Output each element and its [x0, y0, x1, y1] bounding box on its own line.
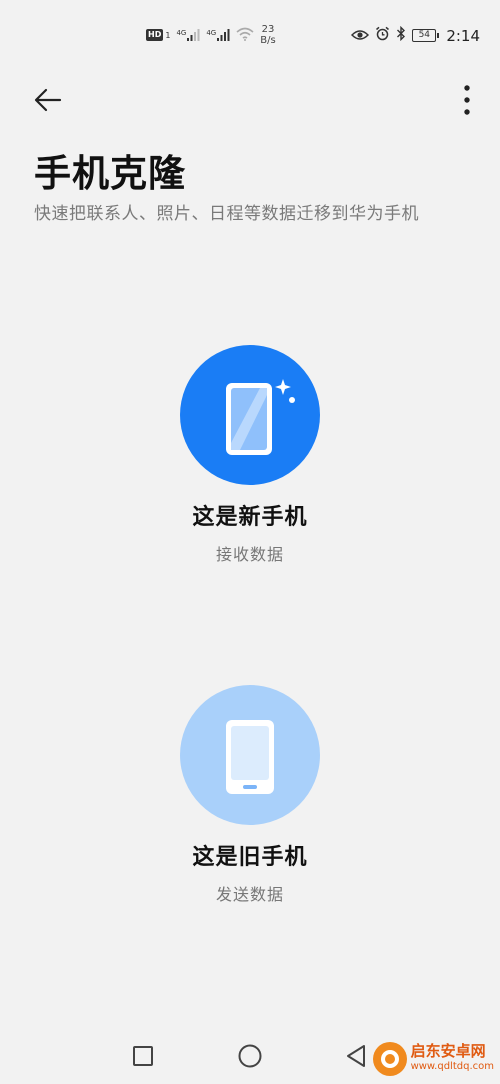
old-phone-icon-circle: [180, 685, 320, 825]
speed-value: 23: [261, 24, 275, 35]
network-type-1: 4G: [176, 29, 187, 37]
signal-icon-1: 4G: [176, 29, 200, 41]
new-phone-subtitle: 接收数据: [215, 545, 284, 564]
sim1-label: 1: [165, 30, 171, 40]
watermark-url: www.qdltdq.com: [410, 1061, 494, 1072]
new-phone-option[interactable]: 这是新手机 接收数据: [120, 345, 380, 565]
back-button[interactable]: [30, 82, 66, 118]
speed-unit: B/s: [260, 35, 276, 46]
old-phone-icon: [226, 720, 274, 794]
status-left: HD 1 4G 4G 23 B/s: [146, 24, 276, 46]
watermark-logo-icon: [372, 1042, 407, 1076]
watermark-name: 启东安卓网: [410, 1042, 486, 1060]
network-type-2: 4G: [206, 29, 217, 37]
more-vertical-icon: [464, 85, 470, 115]
page-title: 手机克隆: [34, 152, 186, 195]
site-watermark: 启东安卓网 www.qdltdq.com: [372, 1042, 494, 1076]
alarm-icon: [375, 26, 390, 45]
eye-icon: [351, 26, 370, 45]
home-button[interactable]: [236, 1042, 264, 1070]
wifi-icon: [236, 27, 254, 44]
triangle-back-icon: [347, 1045, 365, 1067]
more-options-button[interactable]: [460, 80, 474, 120]
circle-icon: [238, 1044, 262, 1068]
arrow-left-icon: [34, 88, 62, 112]
old-phone-title: 这是旧手机: [192, 845, 308, 870]
status-bar: HD 1 4G 4G 23 B/s 54 2:14: [0, 0, 500, 74]
signal-icon-2: 4G: [206, 29, 230, 41]
hd-badge: HD: [146, 29, 164, 41]
nav-back-button[interactable]: [342, 1042, 370, 1070]
status-time: 2:14: [446, 26, 480, 45]
square-icon: [133, 1046, 153, 1066]
phone-clone-screen: HD 1 4G 4G 23 B/s 54 2:14 手机克隆 快速把联系人、照片…: [0, 0, 500, 1084]
old-phone-subtitle: 发送数据: [215, 885, 284, 904]
new-phone-icon: [226, 379, 295, 455]
page-subtitle: 快速把联系人、照片、日程等数据迁移到华为手机: [34, 204, 419, 224]
system-nav-bar: 启东安卓网 www.qdltdq.com: [0, 1024, 500, 1084]
old-phone-option[interactable]: 这是旧手机 发送数据: [120, 685, 380, 905]
battery-icon: 54: [412, 29, 440, 42]
watermark-text: 启东安卓网 www.qdltdq.com: [411, 1043, 494, 1075]
new-phone-title: 这是新手机: [192, 505, 308, 530]
bluetooth-icon: [396, 25, 406, 45]
status-right: 54 2:14: [351, 25, 480, 45]
network-speed: 23 B/s: [260, 24, 275, 46]
recent-apps-button[interactable]: [129, 1042, 157, 1070]
new-phone-icon-circle: [180, 345, 320, 485]
